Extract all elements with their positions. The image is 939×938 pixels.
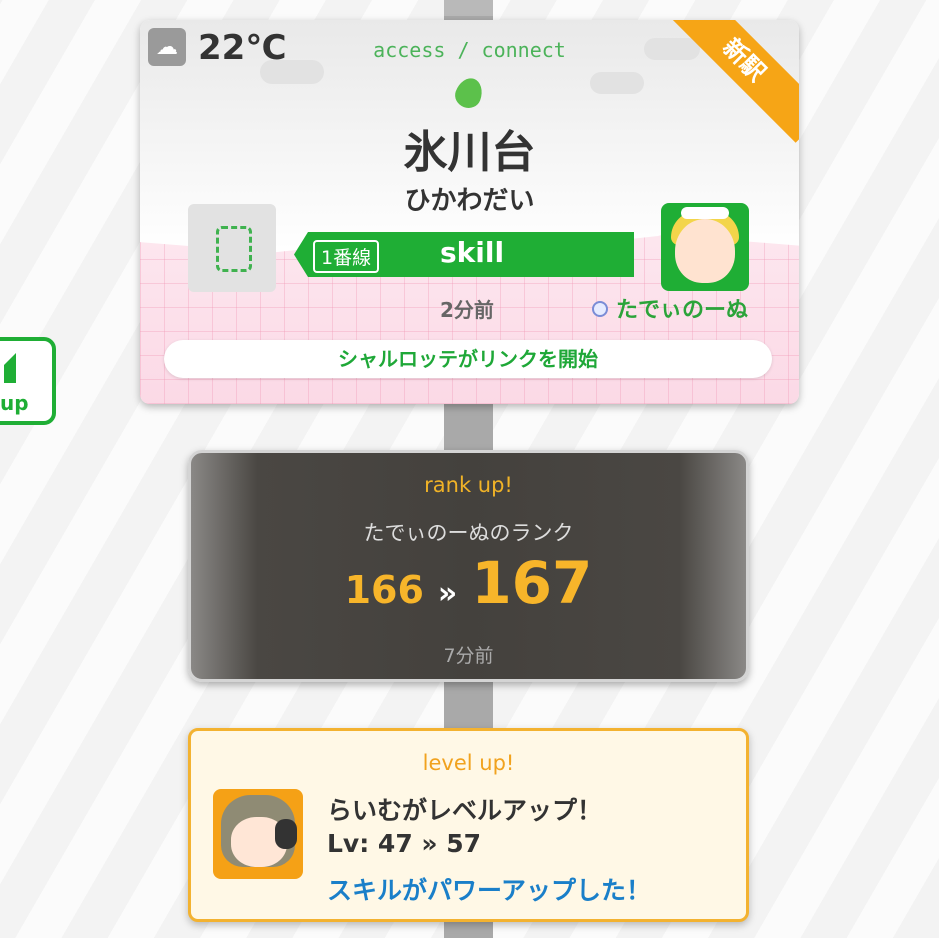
level-change: Lv: 47 » 57 — [327, 829, 482, 858]
rank-up-card[interactable]: rank up! たでぃのーぬのランク 166 » 167 7分前 — [188, 450, 749, 682]
link-status-message: シャルロッテがリンクを開始 — [164, 340, 772, 378]
level-up-message: らいむがレベルアップ！ — [327, 796, 603, 825]
user-name[interactable]: たでぃのーぬ — [616, 292, 748, 324]
time-ago: 7分前 — [443, 645, 494, 667]
time-ago: 2分前 — [440, 298, 494, 322]
level-up-card[interactable]: level up! らいむがレベルアップ！ Lv: 47 » 57 スキルがパワ… — [188, 728, 749, 922]
rank-description: たでぃのーぬのランク — [363, 521, 574, 545]
line-number-badge: 1番線 — [313, 240, 380, 273]
avatar[interactable] — [661, 203, 749, 291]
avatar[interactable] — [213, 789, 303, 879]
rank-change: 166 » 167 — [191, 549, 746, 617]
rank-from: 166 — [344, 568, 424, 612]
rank-to: 167 — [471, 549, 593, 617]
rank-arrow-icon: » — [437, 576, 458, 611]
train-icon — [188, 204, 276, 292]
flag-icon — [4, 353, 16, 383]
side-menu-button[interactable]: up — [0, 337, 56, 425]
timeline-pole-cap — [444, 0, 493, 16]
rank-up-title: rank up! — [424, 473, 513, 497]
station-name: 氷川台 — [403, 127, 536, 178]
side-menu-button-label: up — [0, 391, 29, 415]
station-access-card[interactable]: ☁ 22℃ access / connect 氷川台 ひかわだい 新駅 1番線 … — [140, 20, 799, 404]
skill-power-up-message: スキルがパワーアップした！ — [327, 876, 652, 905]
user-marker-icon — [592, 301, 608, 317]
line-name: skill — [440, 236, 505, 269]
level-up-title: level up! — [422, 751, 515, 775]
cloud-decoration — [590, 72, 644, 94]
